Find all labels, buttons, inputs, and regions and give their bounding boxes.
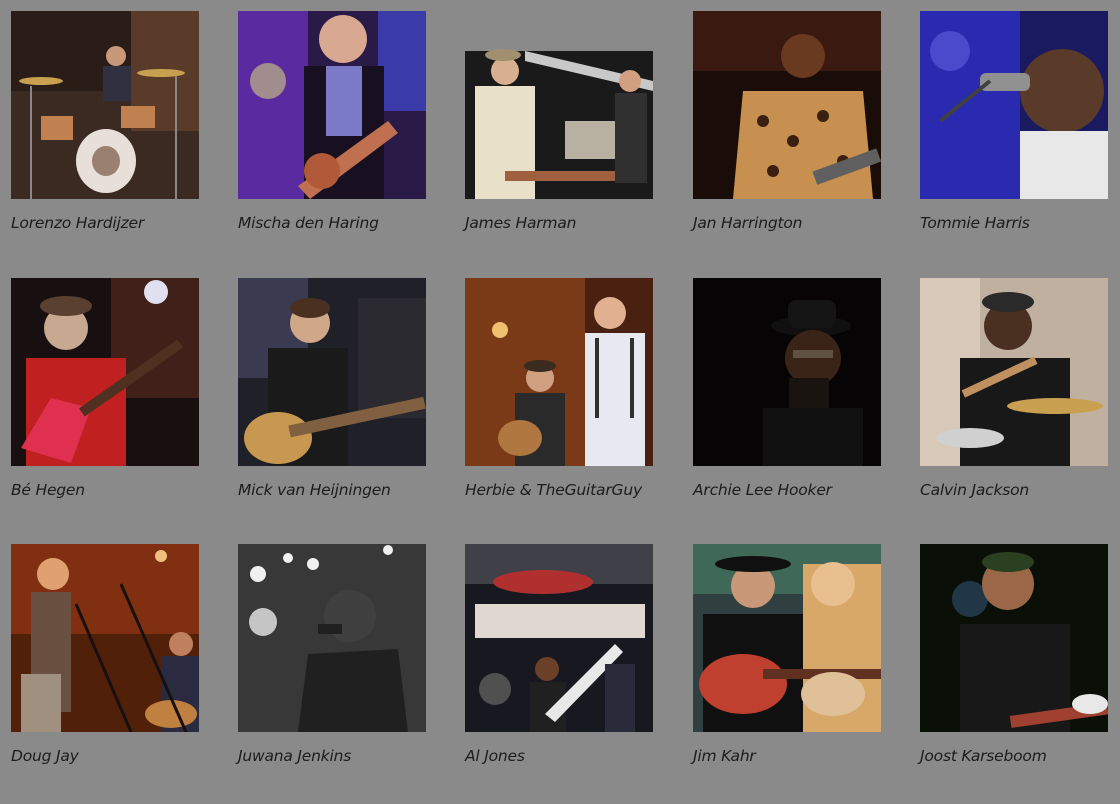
singer-blue-light-photo[interactable]: [920, 11, 1108, 199]
artist-name[interactable]: Joost Karseboom: [920, 747, 1108, 765]
artist-grid: Lorenzo Hardijzer Mischa den Haring Jame…: [0, 0, 1120, 804]
artist-name[interactable]: Jim Kahr: [693, 747, 881, 765]
artist-card[interactable]: Jim Kahr: [693, 544, 881, 765]
artist-card[interactable]: Herbie & TheGuitarGuy: [465, 278, 653, 499]
guitarist-purple-light-photo[interactable]: [238, 11, 426, 199]
artist-name[interactable]: Calvin Jackson: [920, 481, 1108, 499]
duo-harmonica-guitar-photo[interactable]: [465, 278, 653, 466]
two-guitarists-photo[interactable]: [693, 544, 881, 732]
singer-leopard-dress-photo[interactable]: [693, 11, 881, 199]
artist-card[interactable]: Calvin Jackson: [920, 278, 1108, 499]
artist-name[interactable]: Tommie Harris: [920, 214, 1108, 232]
artist-name[interactable]: Al Jones: [465, 747, 653, 765]
artist-card[interactable]: Doug Jay: [11, 544, 199, 765]
band-orange-light-photo[interactable]: [11, 544, 199, 732]
harmonica-player-stage-photo[interactable]: [465, 11, 653, 199]
artist-name[interactable]: Juwana Jenkins: [238, 747, 426, 765]
artist-name[interactable]: Jan Harrington: [693, 214, 881, 232]
drummer-smiling-photo[interactable]: [920, 278, 1108, 466]
artist-card[interactable]: Lorenzo Hardijzer: [11, 11, 199, 232]
artist-name[interactable]: Lorenzo Hardijzer: [11, 214, 199, 232]
band-country-stage-photo[interactable]: [465, 544, 653, 732]
artist-card[interactable]: James Harman: [465, 11, 653, 232]
artist-name[interactable]: Mischa den Haring: [238, 214, 426, 232]
artist-card[interactable]: Jan Harrington: [693, 11, 881, 232]
artist-name[interactable]: Doug Jay: [11, 747, 199, 765]
young-guitarist-photo[interactable]: [238, 278, 426, 466]
artist-card[interactable]: Juwana Jenkins: [238, 544, 426, 765]
harmonica-player-dark-photo[interactable]: [693, 278, 881, 466]
artist-card[interactable]: Bé Hegen: [11, 278, 199, 499]
artist-card[interactable]: Tommie Harris: [920, 11, 1108, 232]
artist-name[interactable]: Bé Hegen: [11, 481, 199, 499]
artist-name[interactable]: Mick van Heijningen: [238, 481, 426, 499]
artist-card[interactable]: Al Jones: [465, 544, 653, 765]
artist-name[interactable]: Herbie & TheGuitarGuy: [465, 481, 653, 499]
singer-black-white-photo[interactable]: [238, 544, 426, 732]
artist-card[interactable]: Mischa den Haring: [238, 11, 426, 232]
drummer-on-stage-photo[interactable]: [11, 11, 199, 199]
artist-card[interactable]: Mick van Heijningen: [238, 278, 426, 499]
artist-card[interactable]: Joost Karseboom: [920, 544, 1108, 765]
artist-card[interactable]: Archie Lee Hooker: [693, 278, 881, 499]
guitarist-dark-green-photo[interactable]: [920, 544, 1108, 732]
artist-name[interactable]: James Harman: [465, 214, 653, 232]
artist-name[interactable]: Archie Lee Hooker: [693, 481, 881, 499]
guitarist-red-jacket-photo[interactable]: [11, 278, 199, 466]
